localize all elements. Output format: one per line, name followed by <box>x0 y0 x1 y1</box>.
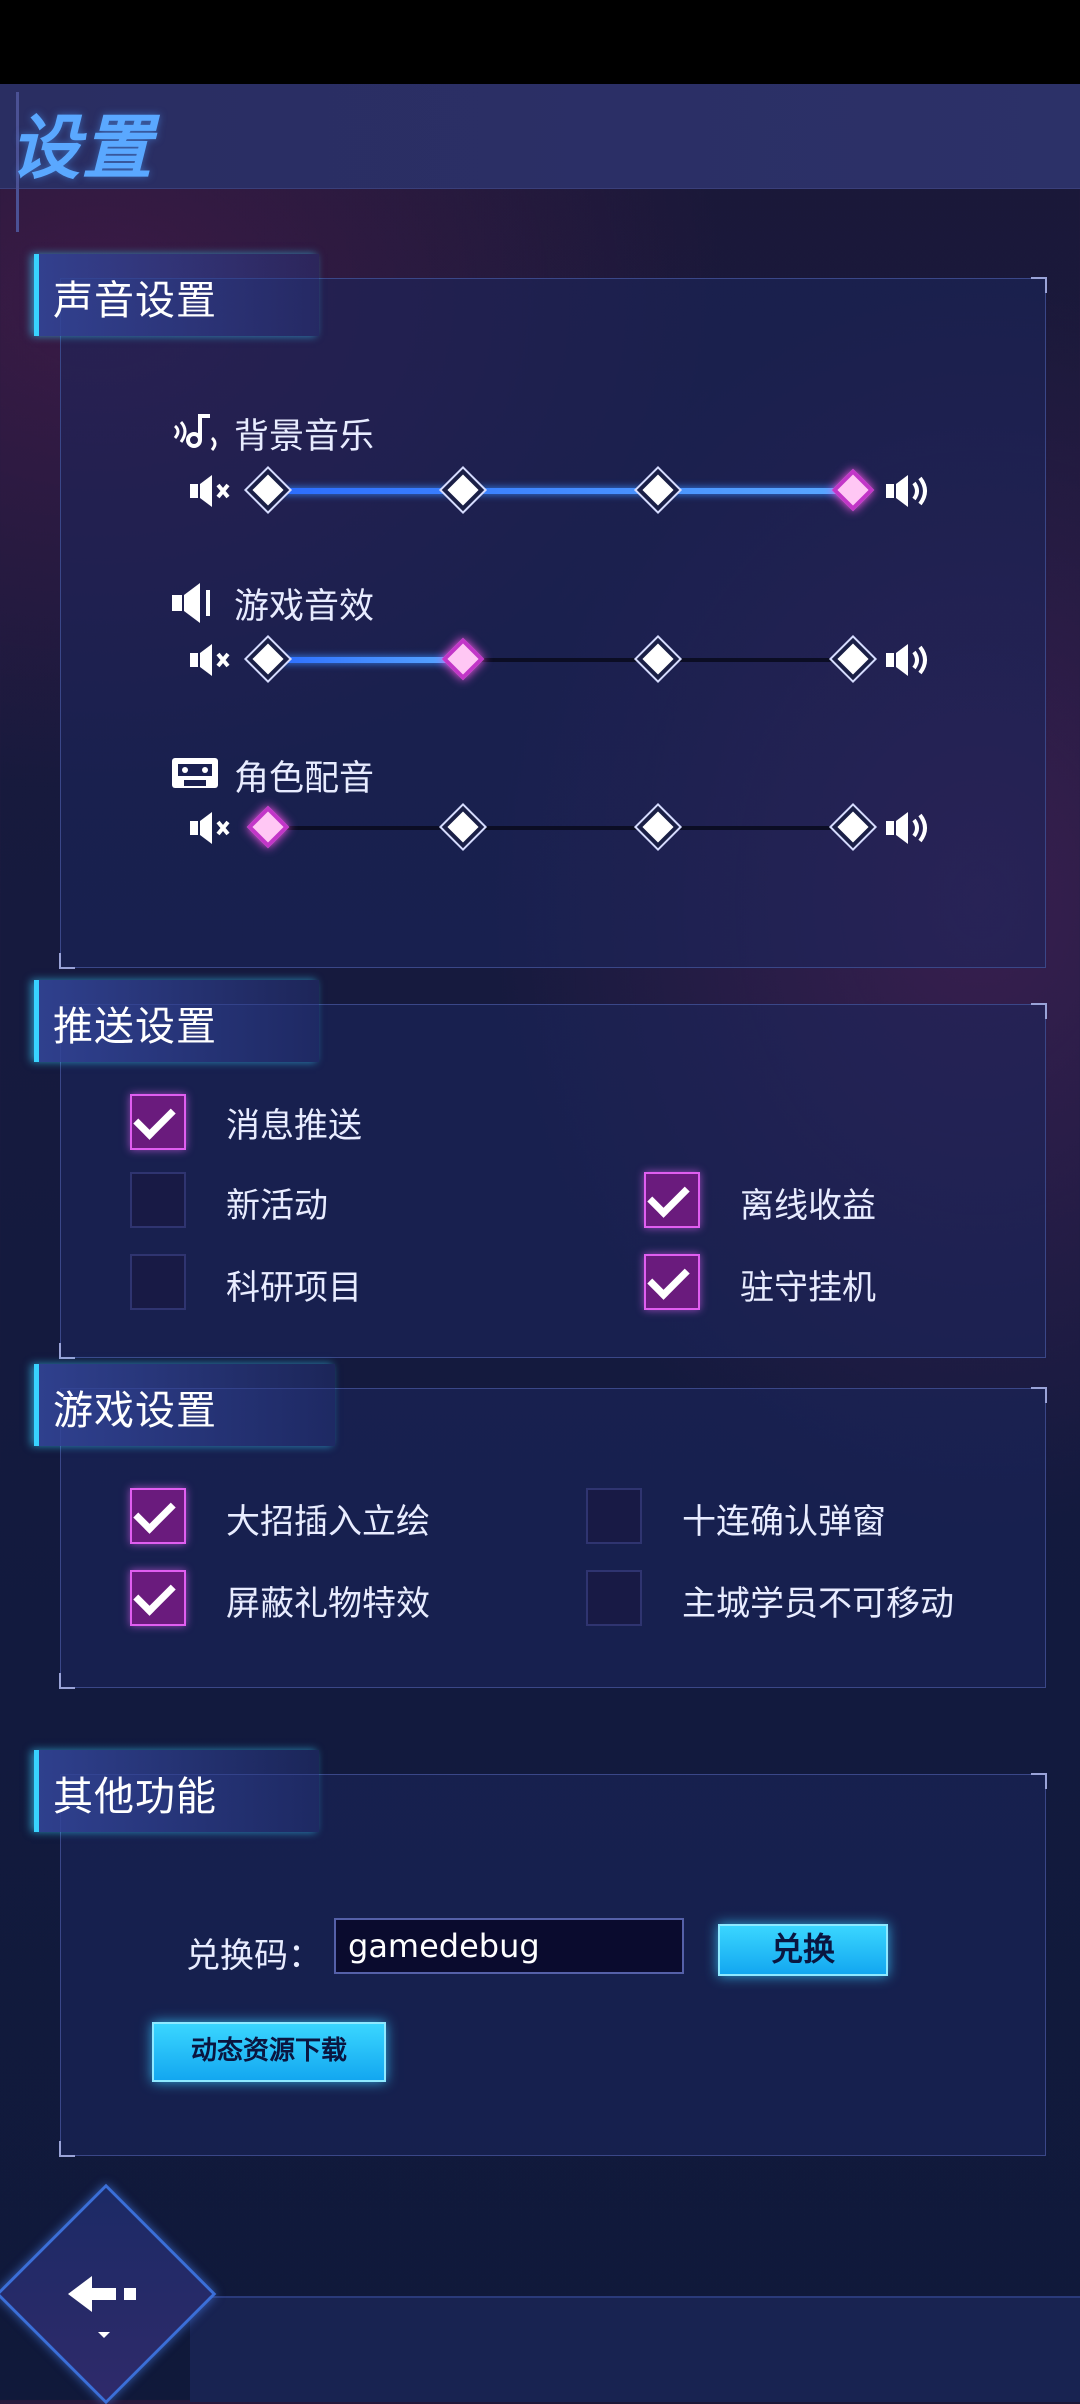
checkbox-label: 离线收益 <box>740 1186 876 1226</box>
other-functions-heading: 其他功能 <box>34 1750 319 1832</box>
cassette-icon <box>172 758 218 788</box>
title-bar <box>0 84 1080 189</box>
checkbox-label: 消息推送 <box>226 1106 362 1146</box>
checkbox-lock-students[interactable] <box>586 1570 642 1626</box>
sound-settings-title: 声音设置 <box>53 278 217 324</box>
download-resources-label: 动态资源下载 <box>190 2036 347 2066</box>
checkbox-label: 大招插入立绘 <box>226 1502 430 1542</box>
slider-track-bgm[interactable] <box>246 468 875 512</box>
volume-mute-icon[interactable] <box>188 640 236 680</box>
back-arrow-icon <box>68 2276 136 2338</box>
panel-corner <box>1031 1387 1047 1403</box>
panel-corner <box>1031 277 1047 293</box>
checkbox-label: 新活动 <box>226 1186 328 1226</box>
checkbox-new-event[interactable] <box>130 1172 186 1228</box>
checkbox-offline-income[interactable] <box>644 1172 700 1228</box>
checkbox-research[interactable] <box>130 1254 186 1310</box>
slider-track-sfx[interactable] <box>246 637 875 681</box>
checkbox-ten-pull-confirm[interactable] <box>586 1488 642 1544</box>
slider-fill <box>268 488 854 494</box>
volume-max-icon[interactable] <box>884 640 932 680</box>
push-settings-title: 推送设置 <box>53 1004 217 1050</box>
panel-corner <box>59 953 75 969</box>
checkbox-message-push[interactable] <box>130 1094 186 1150</box>
status-bar <box>0 0 1080 84</box>
slider-label-bgm: 背景音乐 <box>234 417 375 457</box>
redeem-code-input[interactable] <box>334 1918 684 1974</box>
redeem-button-label: 兑换 <box>770 1930 835 1968</box>
bottom-bar <box>190 2296 1080 2402</box>
slider-track-voice[interactable] <box>246 805 875 849</box>
panel-corner <box>59 2141 75 2157</box>
redeem-code-label: 兑换码： <box>186 1936 322 1976</box>
checkbox-ultimate-art[interactable] <box>130 1488 186 1544</box>
checkbox-label: 主城学员不可移动 <box>682 1584 954 1624</box>
checkbox-label: 屏蔽礼物特效 <box>226 1584 430 1624</box>
volume-mute-icon[interactable] <box>188 808 236 848</box>
music-note-icon <box>173 414 217 451</box>
slider-fill <box>268 657 463 663</box>
volume-max-icon[interactable] <box>884 471 932 511</box>
download-resources-button[interactable]: 动态资源下载 <box>152 2022 386 2082</box>
panel-corner <box>1031 1773 1047 1789</box>
page-title: 设置 <box>10 107 154 189</box>
checkbox-label: 科研项目 <box>226 1268 362 1308</box>
volume-mute-icon[interactable] <box>188 471 236 511</box>
panel-corner <box>59 1343 75 1359</box>
checkbox-garrison-idle[interactable] <box>644 1254 700 1310</box>
other-functions-title: 其他功能 <box>53 1774 217 1820</box>
checkbox-label: 十连确认弹窗 <box>682 1502 886 1542</box>
speaker-icon <box>172 583 210 623</box>
panel-corner <box>59 1673 75 1689</box>
panel-corner <box>1031 1003 1047 1019</box>
game-settings-title: 游戏设置 <box>53 1388 217 1434</box>
slider-label-sfx: 游戏音效 <box>234 587 375 627</box>
slider-label-voice: 角色配音 <box>234 759 375 799</box>
push-settings-heading: 推送设置 <box>34 980 319 1062</box>
redeem-button[interactable]: 兑换 <box>718 1924 888 1976</box>
checkbox-hide-gift-effects[interactable] <box>130 1570 186 1626</box>
checkbox-label: 驻守挂机 <box>740 1268 876 1308</box>
sound-settings-heading: 声音设置 <box>34 254 319 336</box>
volume-max-icon[interactable] <box>884 808 932 848</box>
game-settings-heading: 游戏设置 <box>34 1364 335 1446</box>
